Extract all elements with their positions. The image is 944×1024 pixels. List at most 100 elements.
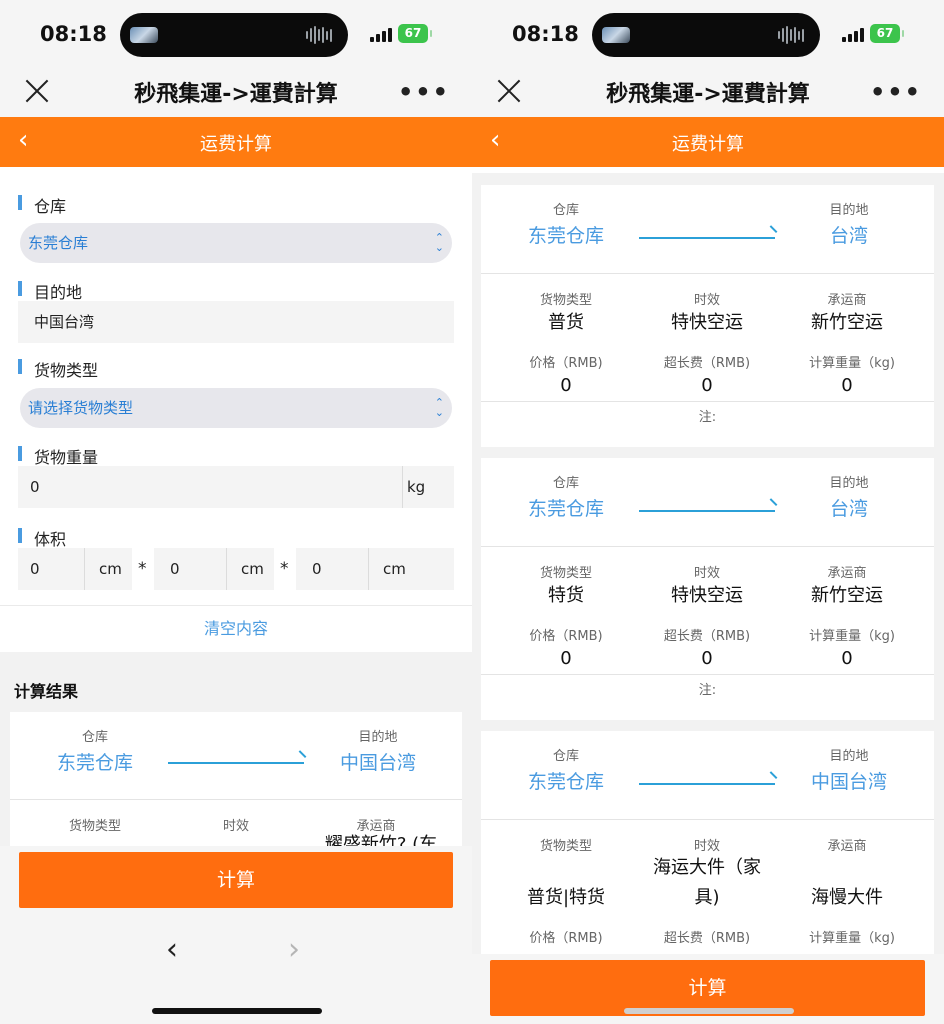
result-card-1: 仓库 东莞仓库 目的地 台湾 货物类型 时效 承运商 普货 特快空运 新竹空运 … bbox=[481, 185, 934, 447]
width-unit: cm bbox=[226, 548, 274, 590]
next-icon[interactable]: › bbox=[288, 932, 300, 967]
warehouse-select[interactable]: 东莞仓库 ⌃ ⌄ bbox=[20, 223, 452, 263]
scroll-edge bbox=[472, 167, 944, 173]
weight-input[interactable]: 0 bbox=[18, 466, 402, 508]
more-icon[interactable]: ••• bbox=[398, 78, 450, 106]
route-section: 仓库 东莞仓库 目的地 中国台湾 bbox=[10, 712, 462, 800]
timeliness-value-line1: 海运大件（家 bbox=[653, 857, 761, 878]
route-section: 仓库 东莞仓库 目的地 中国台湾 bbox=[481, 731, 934, 820]
warehouse-caption: 仓库 bbox=[552, 476, 579, 491]
carrier-caption: 承运商 bbox=[827, 839, 867, 854]
destination-caption: 目的地 bbox=[829, 203, 869, 218]
price-value: 0 bbox=[560, 375, 572, 396]
route-section: 仓库 东莞仓库 目的地 台湾 bbox=[481, 185, 934, 274]
warehouse-value: 东莞仓库 bbox=[28, 234, 89, 252]
route-arrow-icon bbox=[168, 762, 304, 764]
weight-caption: 计算重量（kg) bbox=[809, 356, 895, 371]
timeliness-caption: 时效 bbox=[693, 293, 720, 308]
warehouse-caption: 仓库 bbox=[552, 203, 579, 218]
left-screen: 08:18 67 秒飛集運->運費計算 ••• ‹ 运费计算 仓库 东莞仓库 ⌃… bbox=[0, 0, 472, 1024]
app-header: ‹ 运费计算 bbox=[0, 117, 472, 167]
timeliness-caption: 时效 bbox=[693, 839, 720, 854]
times-sign: * bbox=[138, 559, 147, 579]
price-caption: 价格（RMB) bbox=[529, 931, 603, 946]
home-indicator bbox=[624, 1008, 794, 1014]
carrier-caption: 承运商 bbox=[827, 293, 867, 308]
height-unit: cm bbox=[368, 548, 454, 590]
price-caption: 价格（RMB) bbox=[529, 629, 603, 644]
weight-label: 货物重量 bbox=[18, 444, 98, 468]
route-arrow-icon bbox=[639, 783, 775, 785]
route-to: 台湾 bbox=[829, 498, 868, 520]
right-screen: 08:18 67 秒飛集運->運費計算 ••• ‹ 运费计算 仓库 东莞仓库 目… bbox=[472, 0, 944, 1024]
calc-bar: 计算 bbox=[0, 846, 472, 914]
route-from: 东莞仓库 bbox=[527, 771, 604, 793]
timeliness-value: 特快空运 bbox=[671, 312, 743, 333]
timeliness-caption: 时效 bbox=[222, 819, 249, 834]
cargo-type-label: 货物类型 bbox=[18, 357, 98, 381]
carrier-value: 耀盛新竹? (车 bbox=[324, 834, 438, 846]
route-from: 东莞仓库 bbox=[527, 225, 604, 247]
height-input[interactable]: 0 bbox=[296, 548, 368, 590]
miniprogram-titlebar: 秒飛集運->運費計算 ••• bbox=[472, 68, 944, 117]
note-text: 注: bbox=[481, 674, 934, 720]
app-header: ‹ 运费计算 bbox=[472, 117, 944, 167]
cargo-type-caption: 货物类型 bbox=[539, 839, 592, 854]
route-from: 东莞仓库 bbox=[56, 752, 133, 774]
cargo-type-select[interactable]: 请选择货物类型 ⌃ ⌄ bbox=[20, 388, 452, 428]
calc-bar: 计算 bbox=[472, 954, 944, 1024]
timeliness-caption: 时效 bbox=[693, 566, 720, 581]
overlength-caption: 超长费（RMB) bbox=[663, 356, 751, 371]
dynamic-island bbox=[120, 13, 348, 57]
more-icon[interactable]: ••• bbox=[870, 78, 922, 106]
cargo-type-placeholder: 请选择货物类型 bbox=[28, 399, 134, 417]
times-sign: * bbox=[280, 559, 289, 579]
clear-button[interactable]: 清空内容 bbox=[0, 605, 472, 651]
prev-icon[interactable]: ‹ bbox=[166, 932, 178, 967]
warehouse-caption: 仓库 bbox=[81, 730, 108, 745]
status-bar: 08:18 67 bbox=[0, 0, 472, 68]
cargo-type-value: 普货 bbox=[548, 312, 584, 333]
route-to: 中国台湾 bbox=[339, 752, 416, 774]
select-arrows-icon: ⌃ ⌄ bbox=[434, 396, 444, 419]
select-arrows-icon: ⌃ ⌄ bbox=[434, 231, 444, 254]
note-text: 注: bbox=[481, 401, 934, 447]
result-card-2: 仓库 东莞仓库 目的地 台湾 货物类型 时效 承运商 特货 特快空运 新竹空运 … bbox=[481, 458, 934, 720]
overlength-caption: 超长费（RMB) bbox=[663, 629, 751, 644]
overlength-value: 0 bbox=[701, 648, 713, 669]
route-from: 东莞仓库 bbox=[527, 498, 604, 520]
overlength-value: 0 bbox=[701, 375, 713, 396]
length-input[interactable]: 0 bbox=[18, 548, 84, 590]
weight-unit: kg bbox=[402, 466, 454, 508]
result-heading: 计算结果 bbox=[14, 682, 79, 701]
route-arrow-icon bbox=[639, 510, 775, 512]
battery-icon: 67 bbox=[398, 24, 432, 43]
weight-caption: 计算重量（kg) bbox=[809, 931, 895, 946]
header-title: 运费计算 bbox=[672, 134, 744, 155]
weight-value: 0 bbox=[841, 375, 853, 396]
audio-wave-icon bbox=[306, 25, 334, 45]
destination-field[interactable]: 中国台湾 bbox=[18, 301, 454, 343]
route-arrow-icon bbox=[639, 237, 775, 239]
header-title: 运费计算 bbox=[200, 134, 272, 155]
cargo-type-caption: 货物类型 bbox=[539, 293, 592, 308]
battery-icon: 67 bbox=[870, 24, 904, 43]
volume-label: 体积 bbox=[18, 526, 66, 550]
status-time: 08:18 bbox=[512, 22, 579, 46]
destination-caption: 目的地 bbox=[829, 476, 869, 491]
width-input[interactable]: 0 bbox=[154, 548, 226, 590]
destination-caption: 目的地 bbox=[358, 730, 398, 745]
browser-nav: ‹ › bbox=[0, 914, 472, 1024]
timeliness-value: 特快空运 bbox=[671, 585, 743, 606]
cargo-type-value: 普货|特货 bbox=[526, 887, 606, 908]
carrier-value: 海慢大件 bbox=[811, 887, 883, 908]
warehouse-caption: 仓库 bbox=[552, 749, 579, 764]
price-value: 0 bbox=[560, 648, 572, 669]
cargo-type-value: 特货 bbox=[548, 585, 584, 606]
calculate-button[interactable]: 计算 bbox=[19, 852, 453, 908]
weight-caption: 计算重量（kg) bbox=[809, 629, 895, 644]
timeliness-value-line2: 具) bbox=[694, 887, 720, 908]
carrier-value: 新竹空运 bbox=[811, 312, 883, 333]
dynamic-island bbox=[592, 13, 820, 57]
signal-icon bbox=[370, 26, 392, 42]
